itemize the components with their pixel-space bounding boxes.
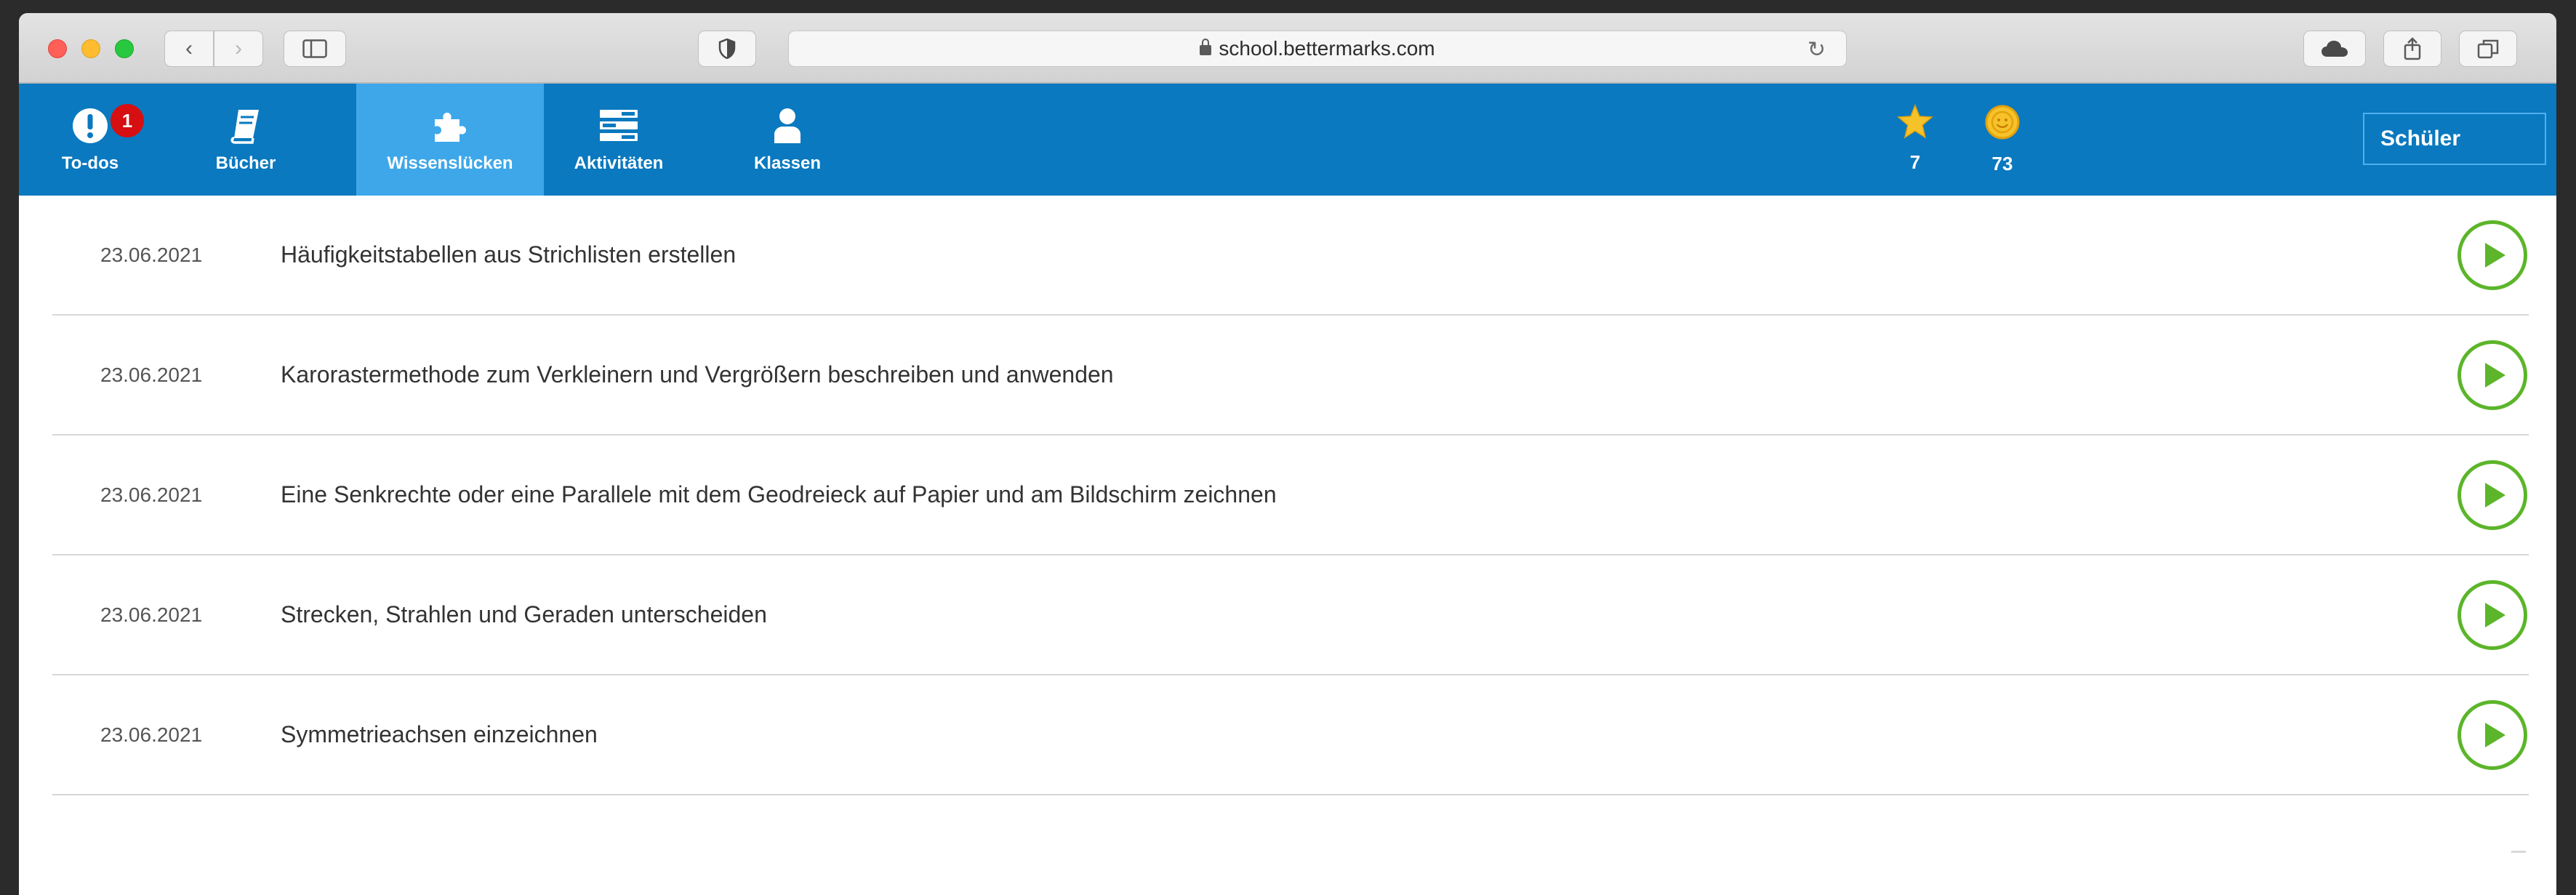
book-icon — [230, 110, 259, 144]
gap-date: 23.06.2021 — [100, 483, 203, 506]
share-icon — [2404, 37, 2421, 60]
address-bar[interactable]: school.bettermarks.com ↻ — [788, 31, 1847, 67]
zoom-window-button[interactable] — [115, 39, 134, 58]
gap-date: 23.06.2021 — [100, 603, 203, 626]
nav-todos[interactable]: To-dos 1 — [51, 84, 144, 196]
gap-date: 23.06.2021 — [100, 363, 203, 386]
nav-klassen[interactable]: Klassen — [742, 84, 833, 196]
list-item[interactable]: 23.06.2021 Häufigkeitstabellen aus Stric… — [52, 196, 2529, 316]
sidebar-icon — [302, 39, 327, 58]
browser-toolbar: ‹ › school.bettermarks.com ↻ — [19, 13, 2556, 84]
tab-overview-button[interactable] — [2459, 31, 2517, 67]
nav-wissensluecken-label: Wissenslücken — [387, 153, 513, 173]
nav-aktivitaeten[interactable]: Aktivitäten — [561, 84, 676, 196]
nav-buecher-label: Bücher — [215, 153, 276, 173]
play-button[interactable] — [2457, 340, 2527, 410]
exclamation-icon — [73, 108, 108, 143]
share-button[interactable] — [2383, 31, 2441, 67]
play-icon — [2485, 362, 2505, 388]
gap-title: Eine Senkrechte oder eine Parallele mit … — [281, 481, 1277, 507]
icloud-tabs-button[interactable] — [2303, 31, 2366, 67]
list-item[interactable]: 23.06.2021 Karorastermethode zum Verklei… — [52, 316, 2529, 436]
stars-counter: 7 — [1886, 103, 1944, 174]
scroll-indicator — [2511, 851, 2526, 853]
list-item[interactable]: 23.06.2021 Strecken, Strahlen und Gerade… — [52, 555, 2529, 675]
nav-buecher[interactable]: Bücher — [211, 84, 281, 196]
list-item[interactable]: 23.06.2021 Symmetrieachsen einzeichnen — [52, 675, 2529, 795]
browser-window: ‹ › school.bettermarks.com ↻ To-dos 1 Bü… — [19, 13, 2556, 895]
chevron-left-icon: ‹ — [185, 36, 193, 60]
reload-icon[interactable]: ↻ — [1807, 37, 1826, 63]
url-text: school.bettermarks.com — [1219, 37, 1435, 60]
play-icon — [2485, 602, 2505, 627]
privacy-report-button[interactable] — [698, 31, 756, 67]
list-icon — [600, 110, 638, 141]
app-navigation: To-dos 1 Bücher Wissenslücken Aktivitäte… — [19, 84, 2556, 196]
nav-klassen-label: Klassen — [753, 153, 822, 173]
sidebar-toggle-button[interactable] — [284, 31, 346, 67]
puzzle-icon — [435, 113, 466, 142]
gap-title: Strecken, Strahlen und Geraden untersche… — [281, 601, 767, 627]
stars-count: 7 — [1909, 151, 1921, 173]
play-icon — [2485, 482, 2505, 507]
star-icon — [1897, 103, 1933, 139]
play-button[interactable] — [2457, 699, 2527, 770]
todo-count-badge: 1 — [111, 104, 144, 137]
minimize-window-button[interactable] — [81, 39, 100, 58]
play-button[interactable] — [2457, 459, 2527, 530]
gap-title: Symmetrieachsen einzeichnen — [281, 721, 598, 747]
play-button[interactable] — [2457, 220, 2527, 290]
nav-todos-label: To-dos — [61, 153, 119, 173]
forward-button[interactable]: › — [214, 31, 263, 67]
play-icon — [2485, 242, 2505, 268]
person-icon — [774, 108, 801, 143]
close-window-button[interactable] — [48, 39, 67, 58]
gap-date: 23.06.2021 — [100, 723, 203, 746]
back-button[interactable]: ‹ — [164, 31, 214, 67]
tabs-icon — [2477, 39, 2499, 59]
smiley-coin-icon — [1985, 105, 2020, 140]
shield-icon — [718, 39, 736, 59]
gap-title: Häufigkeitstabellen aus Strichlisten ers… — [281, 241, 737, 268]
coins-count: 73 — [1991, 153, 2013, 174]
cloud-icon — [2322, 41, 2348, 57]
chevron-right-icon: › — [235, 36, 242, 60]
knowledge-gaps-list: 23.06.2021 Häufigkeitstabellen aus Stric… — [52, 196, 2529, 795]
nav-aktivitaeten-label: Aktivitäten — [574, 153, 664, 173]
nav-wissensluecken[interactable]: Wissenslücken — [356, 84, 544, 196]
lock-icon — [1200, 39, 1212, 55]
play-button[interactable] — [2457, 579, 2527, 650]
gap-date: 23.06.2021 — [100, 243, 203, 266]
role-selector[interactable]: Schüler — [2363, 113, 2546, 165]
list-item[interactable]: 23.06.2021 Eine Senkrechte oder eine Par… — [52, 436, 2529, 555]
play-icon — [2485, 722, 2505, 747]
coins-counter: 73 — [1973, 104, 2031, 175]
gap-title: Karorastermethode zum Verkleinern und Ve… — [281, 361, 1114, 388]
